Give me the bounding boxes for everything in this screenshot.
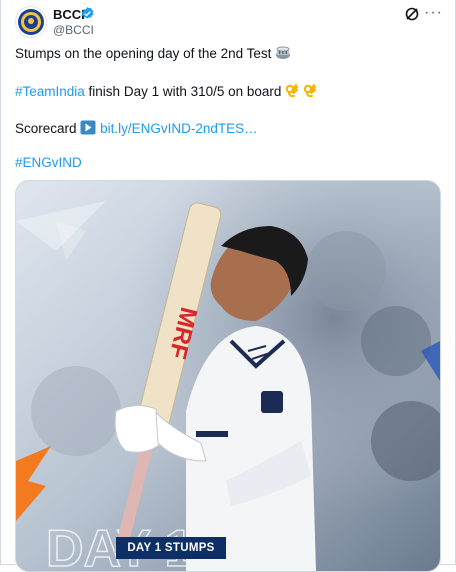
tweet-text-line4: #ENGvIND bbox=[15, 155, 82, 170]
tweet-text-line3: Scorecard bit.ly/ENGvIND-2ndTES… bbox=[15, 120, 258, 136]
more-icon[interactable]: ··· bbox=[424, 4, 442, 21]
tweet-text: finish Day 1 with 310/5 on board bbox=[84, 84, 282, 99]
verified-icon bbox=[81, 6, 94, 19]
avatar[interactable] bbox=[15, 6, 47, 38]
scorecard-label: Scorecard bbox=[15, 121, 77, 136]
ok-hand-emoji-icon bbox=[285, 84, 299, 98]
play-button-emoji-icon bbox=[80, 120, 96, 135]
grok-icon[interactable] bbox=[404, 6, 420, 22]
bcci-logo-icon bbox=[18, 9, 44, 35]
tweet-text-line2: #TeamIndia finish Day 1 with 310/5 on bo… bbox=[15, 83, 317, 99]
cricketer-photo: DAY 1 MRF bbox=[16, 181, 440, 571]
author-handle[interactable]: @BCCI bbox=[53, 23, 94, 37]
tweet-image[interactable]: DAY 1 MRF bbox=[15, 180, 441, 572]
ok-hand-emoji-icon bbox=[303, 84, 316, 98]
tweet-text-line1: Stumps on the opening day of the 2nd Tes… bbox=[15, 46, 291, 61]
stadium-emoji-icon bbox=[276, 46, 291, 59]
day-stumps-badge: DAY 1 STUMPS bbox=[116, 537, 226, 559]
hashtag-engvind[interactable]: #ENGvIND bbox=[15, 155, 82, 170]
tweet-text: Stumps on the opening day of the 2nd Tes… bbox=[15, 46, 272, 61]
hashtag-teamindia[interactable]: #TeamIndia bbox=[15, 84, 85, 99]
scorecard-link[interactable]: bit.ly/ENGvIND-2ndTES… bbox=[100, 121, 258, 136]
